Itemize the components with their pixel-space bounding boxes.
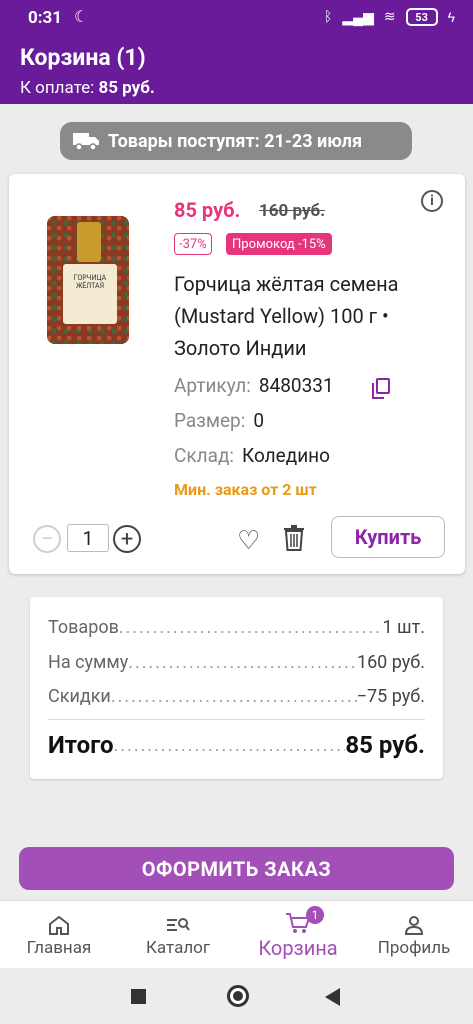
product-image-label: ГОРЧИЦА ЖЁЛТАЯ [73,274,107,290]
nav-item-cart[interactable]: 1 Корзина [246,901,350,969]
summary-discount-row: Скидки .................................… [48,686,425,707]
home-icon [47,912,71,938]
pay-summary: К оплате: 85 руб. [20,78,155,98]
page-title: Корзина (1) [20,44,146,71]
trash-icon[interactable] [283,524,305,552]
summary-total-value: 85 руб. [345,731,425,759]
promo-badge: Промокод -15% [226,233,332,255]
charging-icon: ϟ [447,9,455,26]
warehouse-row: Склад: Коледино [174,444,330,467]
product-price: 85 руб. [174,198,241,222]
moon-icon: ☾ [74,7,89,26]
size-value: 0 [253,409,264,432]
summary-items-row: Товаров ................................… [48,617,425,638]
product-name[interactable]: Горчица жёлтая семена (Mustard Yellow) 1… [174,268,449,364]
cart-badge: 1 [306,906,324,924]
discount-badge: -37% [174,233,212,255]
product-image[interactable]: ГОРЧИЦА ЖЁЛТАЯ [47,216,129,344]
cart-icon: 1 [284,906,324,936]
bluetooth-icon: ᛒ [323,9,333,25]
status-bar: 0:31 ☾ ᛒ ▂▄▆ ≋ 53 ϟ [0,0,473,36]
article-row: Артикул: 8480331 [174,374,334,397]
favorite-heart-icon[interactable]: ♡ [237,526,260,556]
product-old-price: 160 руб. [259,201,326,221]
status-time: 0:31 [28,8,63,28]
nav-label-home: Главная [26,938,92,958]
summary-total-row: Итого ..................................… [48,731,425,759]
pay-value: 85 руб. [98,78,155,98]
quantity-input[interactable]: 1 [67,524,109,552]
back-icon[interactable] [325,988,340,1006]
catalog-search-icon [165,912,191,938]
signal-icon: ▂▄▆ [342,9,374,26]
home-button-icon[interactable] [227,985,249,1007]
delivery-info: Товары поступят: 21-23 июля [60,122,412,160]
recent-apps-icon[interactable] [131,989,146,1004]
summary-total-label: Итого [48,731,114,759]
delivery-text: Товары поступят: 21-23 июля [108,130,363,152]
cart-item-card: ГОРЧИЦА ЖЁЛТАЯ 85 руб. 160 руб. i -37% П… [9,174,465,574]
increase-quantity-button[interactable]: + [113,525,141,553]
size-row: Размер: 0 [174,409,264,432]
summary-discount-label: Скидки [48,686,111,707]
article-value: 8480331 [258,374,334,397]
summary-sum-value: 160 руб. [356,652,425,673]
nav-item-profile[interactable]: Профиль [368,901,460,969]
nav-label-profile: Профиль [377,938,451,958]
info-icon[interactable]: i [421,190,443,212]
summary-divider [48,719,425,720]
summary-discount-value: −75 руб. [356,686,425,707]
summary-items-value: 1 шт. [382,617,425,638]
truck-icon [73,133,99,151]
profile-icon [402,912,426,938]
summary-items-label: Товаров [48,617,119,638]
checkout-button[interactable]: ОФОРМИТЬ ЗАКАЗ [19,847,454,890]
system-navigation-bar [0,968,473,1024]
wifi-icon: ≋ [383,9,396,25]
order-summary: Товаров ................................… [30,597,443,779]
nav-item-catalog[interactable]: Каталог [132,901,224,969]
nav-item-home[interactable]: Главная [14,901,104,969]
battery-icon: 53 [405,8,438,26]
nav-label-cart: Корзина [258,936,338,960]
min-order-notice: Мин. заказ от 2 шт [174,480,317,499]
summary-sum-row: На сумму ...............................… [48,652,425,673]
size-label: Размер: [174,409,246,432]
cart-header: Корзина (1) К оплате: 85 руб. [0,36,473,104]
warehouse-value: Коледино [242,444,330,467]
pay-label: К оплате: [20,78,95,98]
article-label: Артикул: [174,374,251,397]
decrease-quantity-button[interactable]: − [33,525,61,553]
warehouse-label: Склад: [174,444,235,467]
buy-button[interactable]: Купить [331,516,445,558]
summary-sum-label: На сумму [48,652,129,673]
nav-label-catalog: Каталог [146,938,210,958]
status-icons: ᛒ ▂▄▆ ≋ 53 ϟ [324,8,455,26]
bottom-navigation: Главная Каталог 1 Корзина Профиль [0,900,473,968]
copy-icon[interactable] [372,378,390,399]
